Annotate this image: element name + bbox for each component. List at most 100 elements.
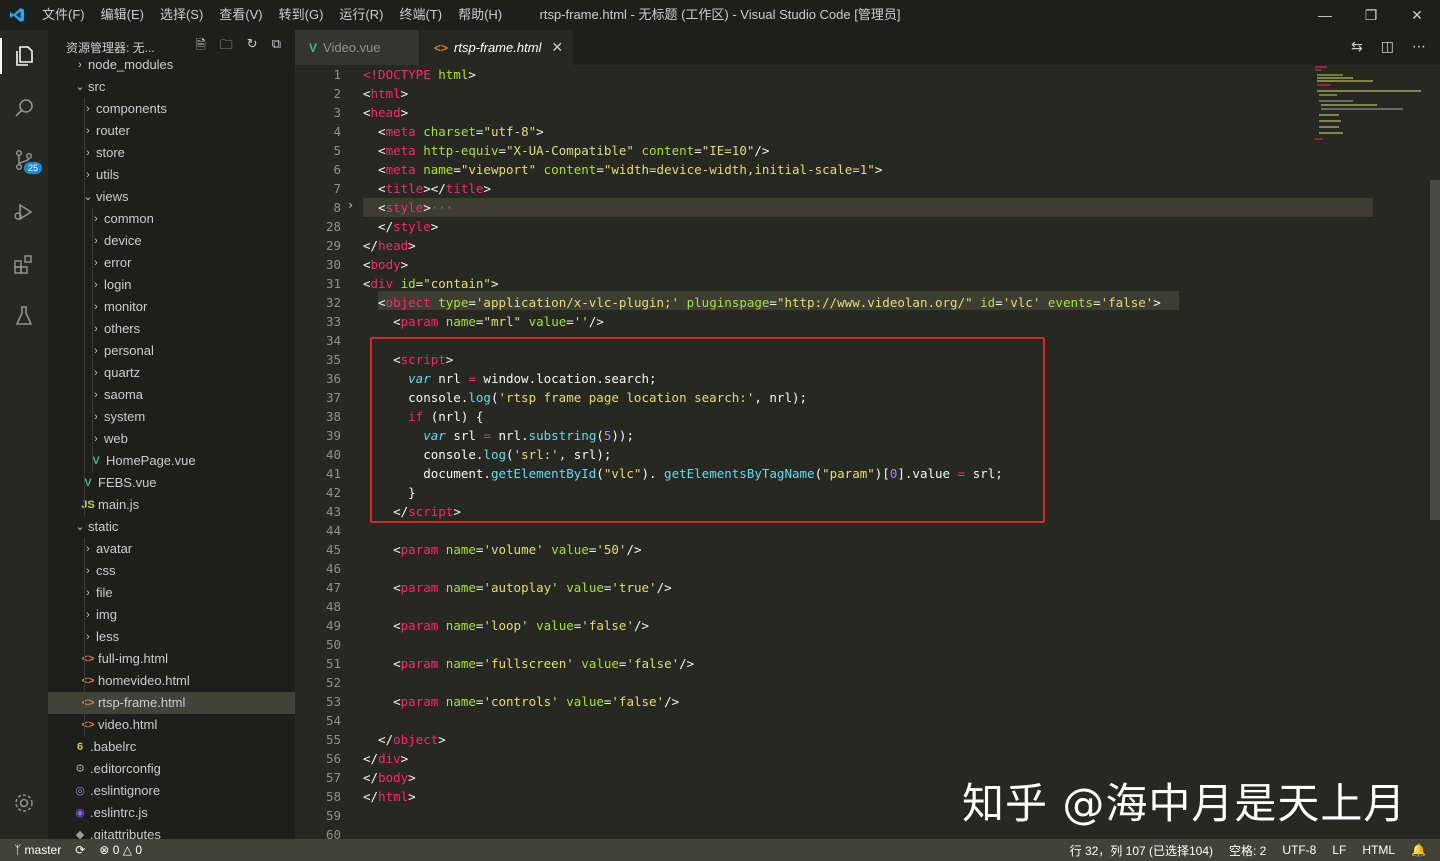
tree-folder[interactable]: ⌄ views [48, 186, 295, 208]
run-debug-icon[interactable] [0, 186, 48, 238]
language-mode[interactable]: HTML [1362, 843, 1395, 857]
code-line[interactable] [363, 521, 1373, 540]
tree-folder[interactable]: › router [48, 120, 295, 142]
code-line[interactable]: <style>··· [363, 198, 1373, 217]
code-line[interactable]: <param name='volume' value='50'/> [363, 540, 1373, 559]
code-line[interactable]: </style> [363, 217, 1373, 236]
tree-file[interactable]: ◉ .eslintrc.js [48, 802, 295, 824]
tree-folder[interactable]: ⌄ static [48, 516, 295, 538]
code-line[interactable] [363, 559, 1373, 578]
minimap[interactable] [1313, 65, 1425, 145]
menu-item[interactable]: 选择(S) [152, 0, 211, 30]
search-icon[interactable] [0, 82, 48, 134]
tree-folder[interactable]: › saoma [48, 384, 295, 406]
settings-gear-icon[interactable] [0, 777, 48, 829]
minimize-icon[interactable]: — [1302, 0, 1348, 30]
editor-tab[interactable]: V Video.vue [295, 30, 419, 65]
tree-folder[interactable]: › login [48, 274, 295, 296]
tree-file[interactable]: <> homevideo.html [48, 670, 295, 692]
code-line[interactable]: </div> [363, 749, 1373, 768]
code-line[interactable]: <param name='autoplay' value='true'/> [363, 578, 1373, 597]
tree-folder[interactable]: › others [48, 318, 295, 340]
code-line[interactable] [363, 711, 1373, 730]
editor-scrollbar[interactable] [1430, 180, 1440, 520]
tree-file[interactable]: ⚙ .editorconfig [48, 758, 295, 780]
close-icon[interactable]: ✕ [1394, 0, 1440, 30]
more-actions-icon[interactable]: ⋯ [1412, 38, 1426, 55]
menu-item[interactable]: 帮助(H) [450, 0, 510, 30]
close-tab-icon[interactable]: ✕ [551, 39, 563, 56]
git-branch[interactable]: ᛉ master [14, 843, 61, 857]
code-line[interactable]: <html> [363, 84, 1373, 103]
tree-file[interactable]: 6 .babelrc [48, 736, 295, 758]
code-line[interactable] [363, 635, 1373, 654]
tree-folder[interactable]: › personal [48, 340, 295, 362]
code-line[interactable] [363, 673, 1373, 692]
tree-file[interactable]: ◎ .eslintignore [48, 780, 295, 802]
tree-folder[interactable]: › utils [48, 164, 295, 186]
notifications-bell-icon[interactable]: 🔔 [1411, 843, 1426, 857]
menu-item[interactable]: 运行(R) [331, 0, 391, 30]
problems-indicator[interactable]: ⊗ 0 △ 0 [99, 843, 142, 857]
code-line[interactable]: <!DOCTYPE html> [363, 65, 1373, 84]
encoding[interactable]: UTF-8 [1282, 843, 1316, 857]
restore-icon[interactable]: ❐ [1348, 0, 1394, 30]
tree-folder[interactable]: › monitor [48, 296, 295, 318]
line-ending[interactable]: LF [1332, 843, 1346, 857]
explorer-icon[interactable] [0, 30, 48, 82]
tree-folder[interactable]: › img [48, 604, 295, 626]
tree-folder[interactable]: › device [48, 230, 295, 252]
code-line[interactable]: <param name='controls' value='false'/> [363, 692, 1373, 711]
tree-folder[interactable]: › node_modules [48, 54, 295, 76]
code-line[interactable]: <param name='loop' value='false'/> [363, 616, 1373, 635]
source-control-icon[interactable]: 25 [0, 134, 48, 186]
compare-changes-icon[interactable]: ⇆ [1351, 38, 1363, 55]
sync-icon[interactable]: ⟳ [75, 843, 85, 857]
tree-file[interactable]: <> full-img.html [48, 648, 295, 670]
code-line[interactable]: <div id="contain"> [363, 274, 1373, 293]
tree-folder[interactable]: › error [48, 252, 295, 274]
cursor-position[interactable]: 行 32，列 107 (已选择104) [1070, 842, 1213, 859]
code-line[interactable]: <title></title> [363, 179, 1373, 198]
tree-folder[interactable]: › css [48, 560, 295, 582]
split-editor-icon[interactable]: ◫ [1381, 38, 1394, 55]
fold-chevron-icon[interactable]: › [347, 198, 354, 212]
indentation[interactable]: 空格: 2 [1229, 842, 1266, 859]
menu-item[interactable]: 终端(T) [391, 0, 450, 30]
tree-folder[interactable]: › web [48, 428, 295, 450]
testing-flask-icon[interactable] [0, 290, 48, 342]
tree-file[interactable]: V HomePage.vue [48, 450, 295, 472]
menu-item[interactable]: 文件(F) [34, 0, 93, 30]
tree-folder[interactable]: › file [48, 582, 295, 604]
code-line[interactable]: <param name="mrl" value=''/> [363, 312, 1373, 331]
tree-folder[interactable]: › avatar [48, 538, 295, 560]
code-line[interactable]: </head> [363, 236, 1373, 255]
code-line[interactable]: <head> [363, 103, 1373, 122]
code-line[interactable]: <body> [363, 255, 1373, 274]
editor-tab[interactable]: <> rtsp-frame.html ✕ [420, 30, 574, 65]
tree-file[interactable]: <> video.html [48, 714, 295, 736]
tree-folder[interactable]: › components [48, 98, 295, 120]
tree-folder[interactable]: › less [48, 626, 295, 648]
menu-item[interactable]: 查看(V) [211, 0, 270, 30]
code-line[interactable]: <object type='application/x-vlc-plugin;'… [363, 293, 1373, 312]
code-line[interactable]: <meta http-equiv="X-UA-Compatible" conte… [363, 141, 1373, 160]
code-line[interactable]: <meta name="viewport" content="width=dev… [363, 160, 1373, 179]
tree-folder[interactable]: › store [48, 142, 295, 164]
code-line[interactable]: </object> [363, 730, 1373, 749]
code-line[interactable]: <param name='fullscreen' value='false'/> [363, 654, 1373, 673]
tree-folder[interactable]: › common [48, 208, 295, 230]
tree-file[interactable]: JS main.js [48, 494, 295, 516]
tree-folder[interactable]: › system [48, 406, 295, 428]
tree-file[interactable]: ◆ .gitattributes [48, 824, 295, 839]
tree-folder[interactable]: ⌄ src [48, 76, 295, 98]
menu-item[interactable]: 编辑(E) [93, 0, 152, 30]
code-line[interactable] [363, 597, 1373, 616]
code-editor[interactable]: 1 2 3 4 5 6 7 8 28 29 30 31 32 33 34 35 36 37 38 39 40 41 42 43… [295, 65, 1440, 839]
menu-item[interactable]: 转到(G) [271, 0, 332, 30]
tree-folder[interactable]: › quartz [48, 362, 295, 384]
tree-file[interactable]: V FEBS.vue [48, 472, 295, 494]
code-line[interactable]: <meta charset="utf-8"> [363, 122, 1373, 141]
extensions-icon[interactable] [0, 238, 48, 290]
tree-file[interactable]: <> rtsp-frame.html [48, 692, 295, 714]
